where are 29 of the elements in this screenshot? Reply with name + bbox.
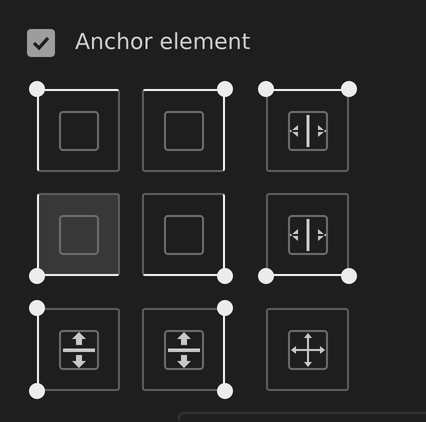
anchor-pin-dot <box>217 268 233 284</box>
anchor-pin-dot <box>217 300 233 316</box>
vertical-stretch-icon <box>164 330 204 370</box>
vertical-stretch-icon <box>58 330 98 370</box>
anchor-pin-dot <box>217 383 233 399</box>
anchor-pin-dot <box>258 268 274 284</box>
anchor-pin-dot <box>29 81 45 97</box>
anchor-pin-dot <box>258 81 274 97</box>
anchor-preset-button[interactable] <box>142 193 225 276</box>
horizontal-stretch-icon <box>288 214 328 254</box>
anchor-preset-button[interactable] <box>37 308 120 391</box>
horizontal-stretch-icon <box>288 110 328 150</box>
checkbox-label: Anchor element <box>75 29 250 57</box>
anchor-pin-dot <box>29 383 45 399</box>
square-icon <box>58 110 98 150</box>
anchor-preset-button[interactable] <box>266 308 349 391</box>
anchor-pin-dot <box>341 268 357 284</box>
anchor-pin-dot <box>29 268 45 284</box>
move-icon <box>288 330 328 370</box>
anchor-pin-dot <box>29 300 45 316</box>
anchor-preset-button[interactable] <box>266 193 349 276</box>
anchor-checkbox[interactable] <box>27 29 55 57</box>
anchor-preset-button[interactable] <box>37 193 120 276</box>
anchor-pin-dot <box>217 81 233 97</box>
square-icon <box>164 110 204 150</box>
anchor-pin-dot <box>341 81 357 97</box>
anchor-preset-button[interactable] <box>142 308 225 391</box>
square-icon <box>164 214 204 254</box>
square-icon <box>58 214 98 254</box>
